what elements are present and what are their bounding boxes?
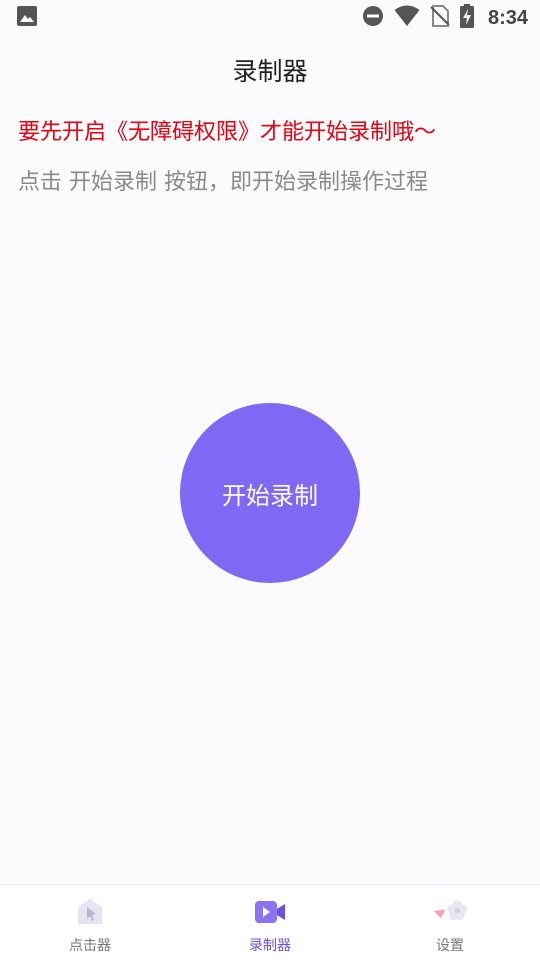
page-title: 录制器 xyxy=(232,57,308,86)
tab-clicker[interactable]: 点击器 xyxy=(0,885,180,960)
tab-label: 录制器 xyxy=(249,938,291,954)
no-sim-icon xyxy=(430,5,450,31)
tab-label: 设置 xyxy=(436,938,464,954)
video-recorder-icon xyxy=(252,895,288,929)
bottom-tab-bar: 点击器 录制器 设置 xyxy=(0,884,540,960)
status-left xyxy=(16,5,38,31)
permission-warning: 要先开启《无障碍权限》才能开始录制哦～ xyxy=(18,120,437,145)
image-icon xyxy=(16,5,38,31)
dnd-icon xyxy=(362,5,384,31)
status-time: 8:34 xyxy=(487,6,528,29)
tab-recorder[interactable]: 录制器 xyxy=(180,885,360,960)
battery-charging-icon xyxy=(459,4,474,32)
tab-settings[interactable]: 设置 xyxy=(360,885,540,960)
status-bar: 8:34 xyxy=(0,0,540,36)
settings-flower-icon xyxy=(432,895,468,929)
wifi-icon xyxy=(394,5,420,31)
clicker-icon xyxy=(72,895,108,929)
start-recording-button[interactable]: 开始录制 xyxy=(180,403,360,583)
status-right: 8:34 xyxy=(362,4,528,32)
instruction-hint: 点击 开始录制 按钮，即开始录制操作过程 xyxy=(18,170,428,195)
tab-label: 点击器 xyxy=(69,938,111,954)
